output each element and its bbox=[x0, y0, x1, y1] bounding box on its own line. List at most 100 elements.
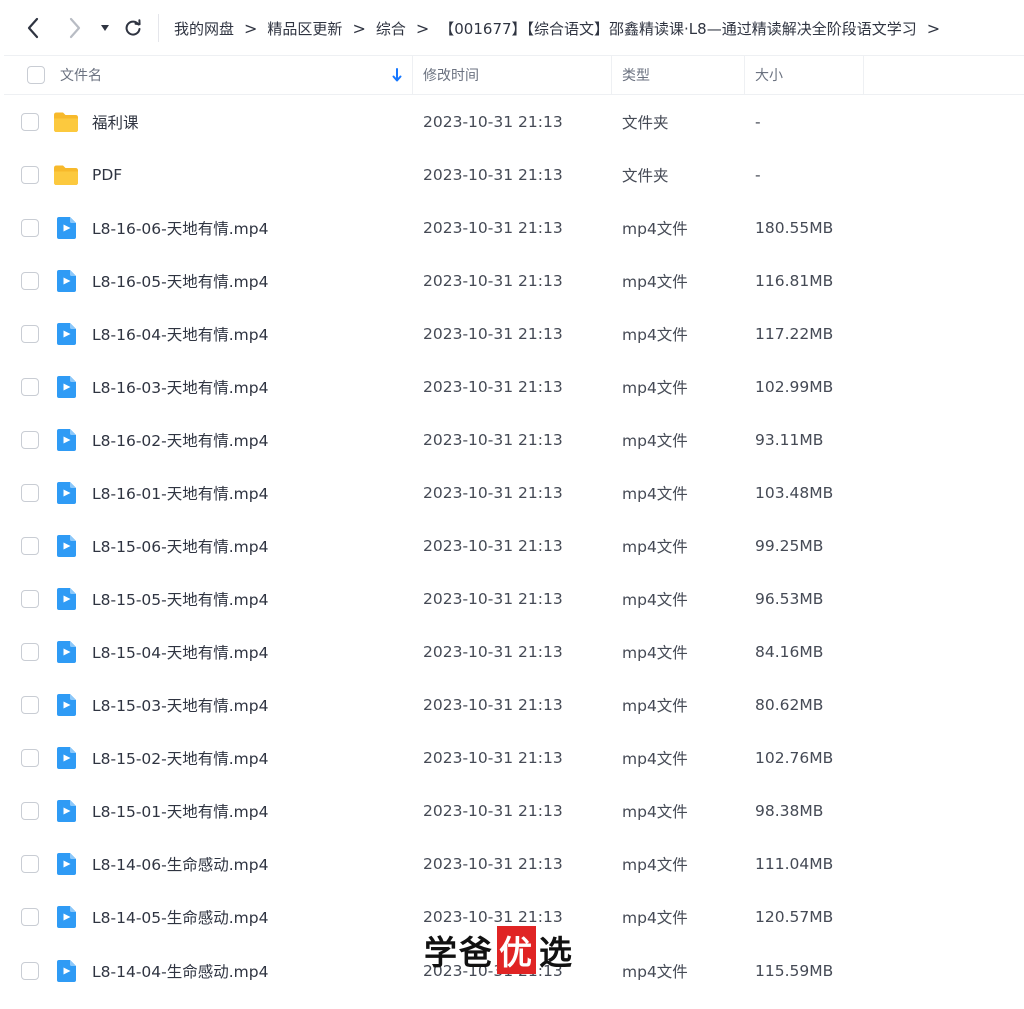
video-file-icon bbox=[52, 891, 80, 944]
table-row[interactable]: L8-14-06-生命感动.mp4 2023-10-31 21:13 mp4文件 11… bbox=[4, 838, 1024, 891]
history-dropdown-button[interactable] bbox=[95, 14, 115, 42]
file-type: mp4文件 bbox=[622, 538, 688, 557]
row-checkbox-cell bbox=[21, 466, 39, 519]
file-size: 102.76MB bbox=[755, 749, 834, 768]
row-checkbox-cell bbox=[21, 413, 39, 466]
row-checkbox[interactable] bbox=[21, 802, 39, 821]
row-checkbox-cell bbox=[21, 95, 39, 148]
row-checkbox[interactable] bbox=[21, 112, 39, 131]
video-file-icon bbox=[52, 573, 80, 626]
row-checkbox-cell bbox=[21, 148, 39, 201]
file-name[interactable]: L8-16-06-天地有情.mp4 bbox=[92, 201, 268, 254]
folder-icon bbox=[52, 95, 80, 148]
file-list-header: 文件名 修改时间 类型 大小 bbox=[4, 55, 1024, 95]
column-header-time[interactable]: 修改时间 bbox=[423, 56, 613, 94]
file-name[interactable]: L8-16-04-天地有情.mp4 bbox=[92, 307, 268, 360]
navigation-bar: 我的网盘 > 精品区更新 > 综合 > 【001677】【综合语文】邵鑫精读课·… bbox=[0, 0, 1024, 55]
table-row[interactable]: 福利课 2023-10-31 21:13 文件夹 - bbox=[4, 95, 1024, 148]
table-row[interactable]: L8-15-02-天地有情.mp4 2023-10-31 21:13 mp4文件 10… bbox=[4, 732, 1024, 785]
table-row[interactable]: L8-16-02-天地有情.mp4 2023-10-31 21:13 mp4文件 93… bbox=[4, 413, 1024, 466]
column-divider[interactable] bbox=[611, 56, 612, 94]
table-row[interactable]: L8-15-05-天地有情.mp4 2023-10-31 21:13 mp4文件 96… bbox=[4, 573, 1024, 626]
file-name[interactable]: 福利课 bbox=[92, 95, 139, 148]
column-header-type[interactable]: 类型 bbox=[622, 56, 745, 94]
row-checkbox[interactable] bbox=[21, 749, 39, 768]
row-checkbox[interactable] bbox=[21, 908, 39, 927]
table-row[interactable]: L8-16-05-天地有情.mp4 2023-10-31 21:13 mp4文件 11… bbox=[4, 254, 1024, 307]
sort-descending-icon[interactable] bbox=[392, 56, 402, 94]
video-file-icon bbox=[52, 626, 80, 679]
table-row[interactable]: L8-15-01-天地有情.mp4 2023-10-31 21:13 mp4文件 98… bbox=[4, 785, 1024, 838]
file-name[interactable]: L8-15-02-天地有情.mp4 bbox=[92, 732, 268, 785]
file-modified-time: 2023-10-31 21:13 bbox=[423, 112, 563, 131]
row-checkbox[interactable] bbox=[21, 961, 39, 980]
table-row[interactable]: L8-15-04-天地有情.mp4 2023-10-31 21:13 mp4文件 84… bbox=[4, 626, 1024, 679]
file-size: 117.22MB bbox=[755, 324, 834, 343]
forward-button[interactable] bbox=[62, 14, 88, 42]
breadcrumb-item[interactable]: 精品区更新 bbox=[267, 18, 342, 39]
file-name[interactable]: L8-16-01-天地有情.mp4 bbox=[92, 466, 268, 519]
table-row[interactable]: L8-16-06-天地有情.mp4 2023-10-31 21:13 mp4文件 18… bbox=[4, 201, 1024, 254]
file-name[interactable]: PDF bbox=[92, 148, 122, 201]
video-file-icon bbox=[52, 413, 80, 466]
row-checkbox[interactable] bbox=[21, 271, 39, 290]
file-size: - bbox=[755, 165, 761, 184]
file-type: mp4文件 bbox=[622, 909, 688, 928]
file-name[interactable]: L8-16-03-天地有情.mp4 bbox=[92, 360, 268, 413]
table-row[interactable]: L8-16-04-天地有情.mp4 2023-10-31 21:13 mp4文件 11… bbox=[4, 307, 1024, 360]
file-name[interactable]: L8-14-05-生命感动.mp4 bbox=[92, 891, 268, 944]
row-checkbox[interactable] bbox=[21, 483, 39, 502]
video-file-icon bbox=[52, 307, 80, 360]
row-checkbox[interactable] bbox=[21, 855, 39, 874]
table-row[interactable]: PDF 2023-10-31 21:13 文件夹 - bbox=[4, 148, 1024, 201]
breadcrumb-item-current[interactable]: 【001677】【综合语文】邵鑫精读课·L8—通过精读解决全阶段语文学习 bbox=[439, 18, 916, 39]
file-name[interactable]: L8-14-04-生命感动.mp4 bbox=[92, 944, 268, 997]
refresh-icon bbox=[125, 19, 141, 36]
row-checkbox[interactable] bbox=[21, 165, 39, 184]
column-header-name[interactable]: 文件名 bbox=[60, 56, 412, 94]
file-type: mp4文件 bbox=[622, 219, 688, 238]
table-row[interactable]: L8-15-03-天地有情.mp4 2023-10-31 21:13 mp4文件 80… bbox=[4, 679, 1024, 732]
file-name[interactable]: L8-15-04-天地有情.mp4 bbox=[92, 626, 268, 679]
table-row[interactable]: L8-16-01-天地有情.mp4 2023-10-31 21:13 mp4文件 10… bbox=[4, 466, 1024, 519]
row-checkbox[interactable] bbox=[21, 324, 39, 343]
file-name[interactable]: L8-16-02-天地有情.mp4 bbox=[92, 413, 268, 466]
breadcrumb-item[interactable]: 我的网盘 bbox=[174, 18, 234, 39]
row-checkbox[interactable] bbox=[21, 696, 39, 715]
video-file-icon bbox=[52, 785, 80, 838]
file-name[interactable]: L8-15-03-天地有情.mp4 bbox=[92, 679, 268, 732]
row-checkbox-cell bbox=[21, 838, 39, 891]
breadcrumb-item[interactable]: 综合 bbox=[376, 18, 406, 39]
column-divider[interactable] bbox=[863, 56, 864, 94]
column-divider[interactable] bbox=[412, 56, 413, 94]
row-checkbox-cell bbox=[21, 520, 39, 573]
row-checkbox[interactable] bbox=[21, 377, 39, 396]
watermark-highlight: 优 bbox=[497, 926, 536, 974]
file-name[interactable]: L8-16-05-天地有情.mp4 bbox=[92, 254, 268, 307]
table-row[interactable]: L8-15-06-天地有情.mp4 2023-10-31 21:13 mp4文件 99… bbox=[4, 520, 1024, 573]
row-checkbox[interactable] bbox=[21, 430, 39, 449]
file-size: 93.11MB bbox=[755, 430, 824, 449]
file-type: mp4文件 bbox=[622, 325, 688, 344]
back-button[interactable] bbox=[20, 14, 46, 42]
file-name[interactable]: L8-15-05-天地有情.mp4 bbox=[92, 573, 268, 626]
file-modified-time: 2023-10-31 21:13 bbox=[423, 855, 563, 874]
file-modified-time: 2023-10-31 21:13 bbox=[423, 802, 563, 821]
select-all-checkbox[interactable] bbox=[27, 66, 45, 84]
file-name[interactable]: L8-15-01-天地有情.mp4 bbox=[92, 785, 268, 838]
row-checkbox[interactable] bbox=[21, 643, 39, 662]
row-checkbox[interactable] bbox=[21, 218, 39, 237]
file-modified-time: 2023-10-31 21:13 bbox=[423, 165, 563, 184]
file-size: 98.38MB bbox=[755, 802, 824, 821]
file-modified-time: 2023-10-31 21:13 bbox=[423, 537, 563, 556]
file-type: mp4文件 bbox=[622, 484, 688, 503]
table-row[interactable]: L8-16-03-天地有情.mp4 2023-10-31 21:13 mp4文件 10… bbox=[4, 360, 1024, 413]
refresh-button[interactable] bbox=[120, 14, 146, 42]
row-checkbox[interactable] bbox=[21, 590, 39, 609]
file-name[interactable]: L8-15-06-天地有情.mp4 bbox=[92, 520, 268, 573]
file-name[interactable]: L8-14-06-生命感动.mp4 bbox=[92, 838, 268, 891]
file-type: 文件夹 bbox=[622, 166, 669, 185]
column-divider[interactable] bbox=[744, 56, 745, 94]
column-header-size[interactable]: 大小 bbox=[755, 56, 865, 94]
row-checkbox[interactable] bbox=[21, 537, 39, 556]
